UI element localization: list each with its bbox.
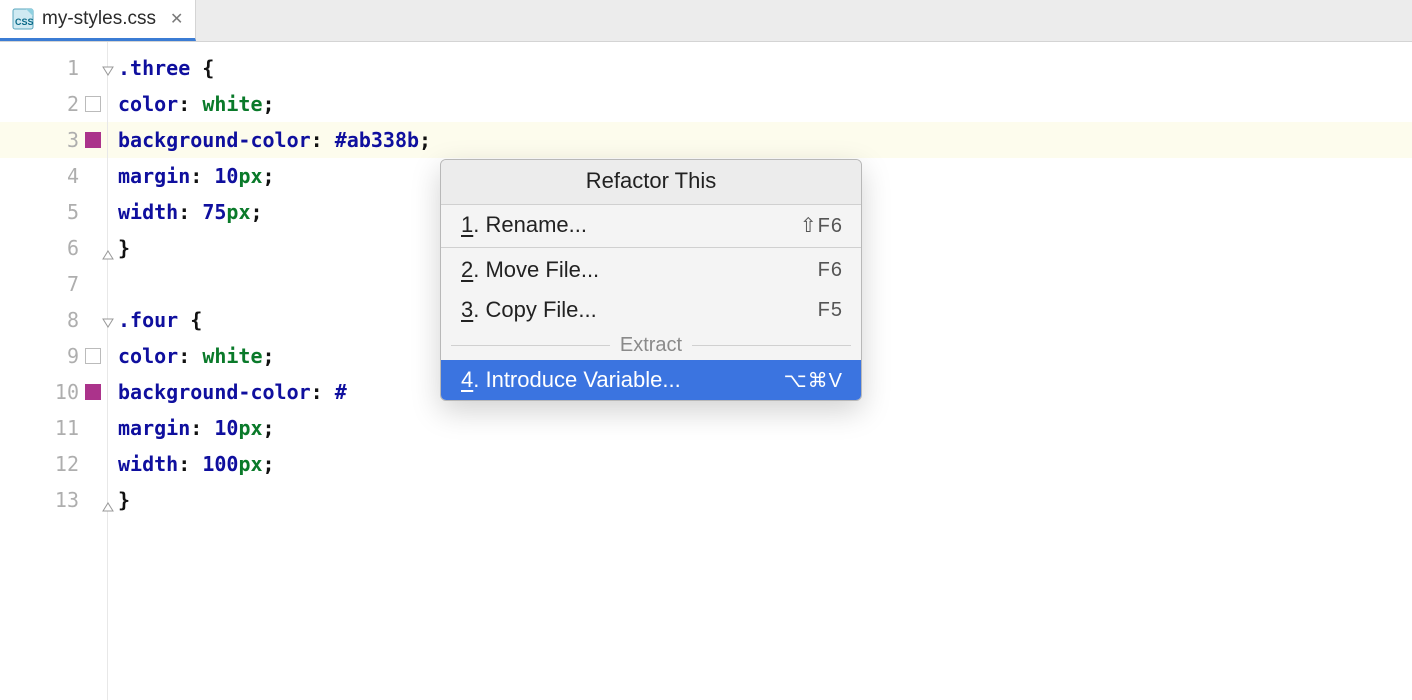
gutter-line: 10	[0, 374, 107, 410]
refactor-popup: Refactor This 1. Rename... ⇧F6 2. Move F…	[440, 159, 862, 401]
gutter-line: 4	[0, 158, 107, 194]
shortcut-text: F5	[818, 299, 843, 322]
color-swatch-white[interactable]	[85, 348, 101, 364]
popup-item-copy-file[interactable]: 3. Copy File... F5	[441, 290, 861, 330]
color-swatch-white[interactable]	[85, 96, 101, 112]
code-line[interactable]: width: 100px;	[108, 446, 1412, 482]
code-line-highlighted[interactable]: background-color: #ab338b;	[108, 122, 1412, 158]
color-swatch-ab338b[interactable]	[85, 384, 101, 400]
shortcut-text: ⌥⌘V	[784, 368, 843, 393]
code-line[interactable]: margin: 10px;	[108, 410, 1412, 446]
gutter-line: 1	[0, 50, 107, 86]
gutter-line: 5	[0, 194, 107, 230]
css-file-icon: CSS	[12, 8, 34, 30]
code-line[interactable]: color: white;	[108, 86, 1412, 122]
close-tab-icon[interactable]: ✕	[164, 9, 183, 29]
shortcut-text: ⇧F6	[800, 213, 843, 238]
gutter-line: 8	[0, 302, 107, 338]
gutter-line: 3	[0, 122, 107, 158]
gutter-line: 7	[0, 266, 107, 302]
tab-bar: CSS my-styles.css ✕	[0, 0, 1412, 42]
code-line[interactable]: .three {	[108, 50, 1412, 86]
popup-separator	[441, 247, 861, 248]
gutter-line: 6	[0, 230, 107, 266]
gutter-line: 11	[0, 410, 107, 446]
gutter-line: 9	[0, 338, 107, 374]
popup-item-introduce-variable[interactable]: 4. Introduce Variable... ⌥⌘V	[441, 360, 861, 400]
svg-text:CSS: CSS	[15, 17, 34, 27]
color-swatch-ab338b[interactable]	[85, 132, 101, 148]
code-line[interactable]: }	[108, 482, 1412, 518]
gutter: 1 2 3 4 5 6 7 8 9 10 11 12 13	[0, 42, 108, 700]
gutter-line: 2	[0, 86, 107, 122]
gutter-line: 12	[0, 446, 107, 482]
popup-item-rename[interactable]: 1. Rename... ⇧F6	[441, 205, 861, 245]
shortcut-text: F6	[818, 259, 843, 282]
tab-filename: my-styles.css	[42, 8, 156, 30]
editor-tab[interactable]: CSS my-styles.css ✕	[0, 0, 196, 41]
popup-item-move-file[interactable]: 2. Move File... F6	[441, 250, 861, 290]
gutter-line: 13	[0, 482, 107, 518]
popup-title: Refactor This	[441, 160, 861, 205]
popup-group-extract: Extract	[441, 330, 861, 360]
